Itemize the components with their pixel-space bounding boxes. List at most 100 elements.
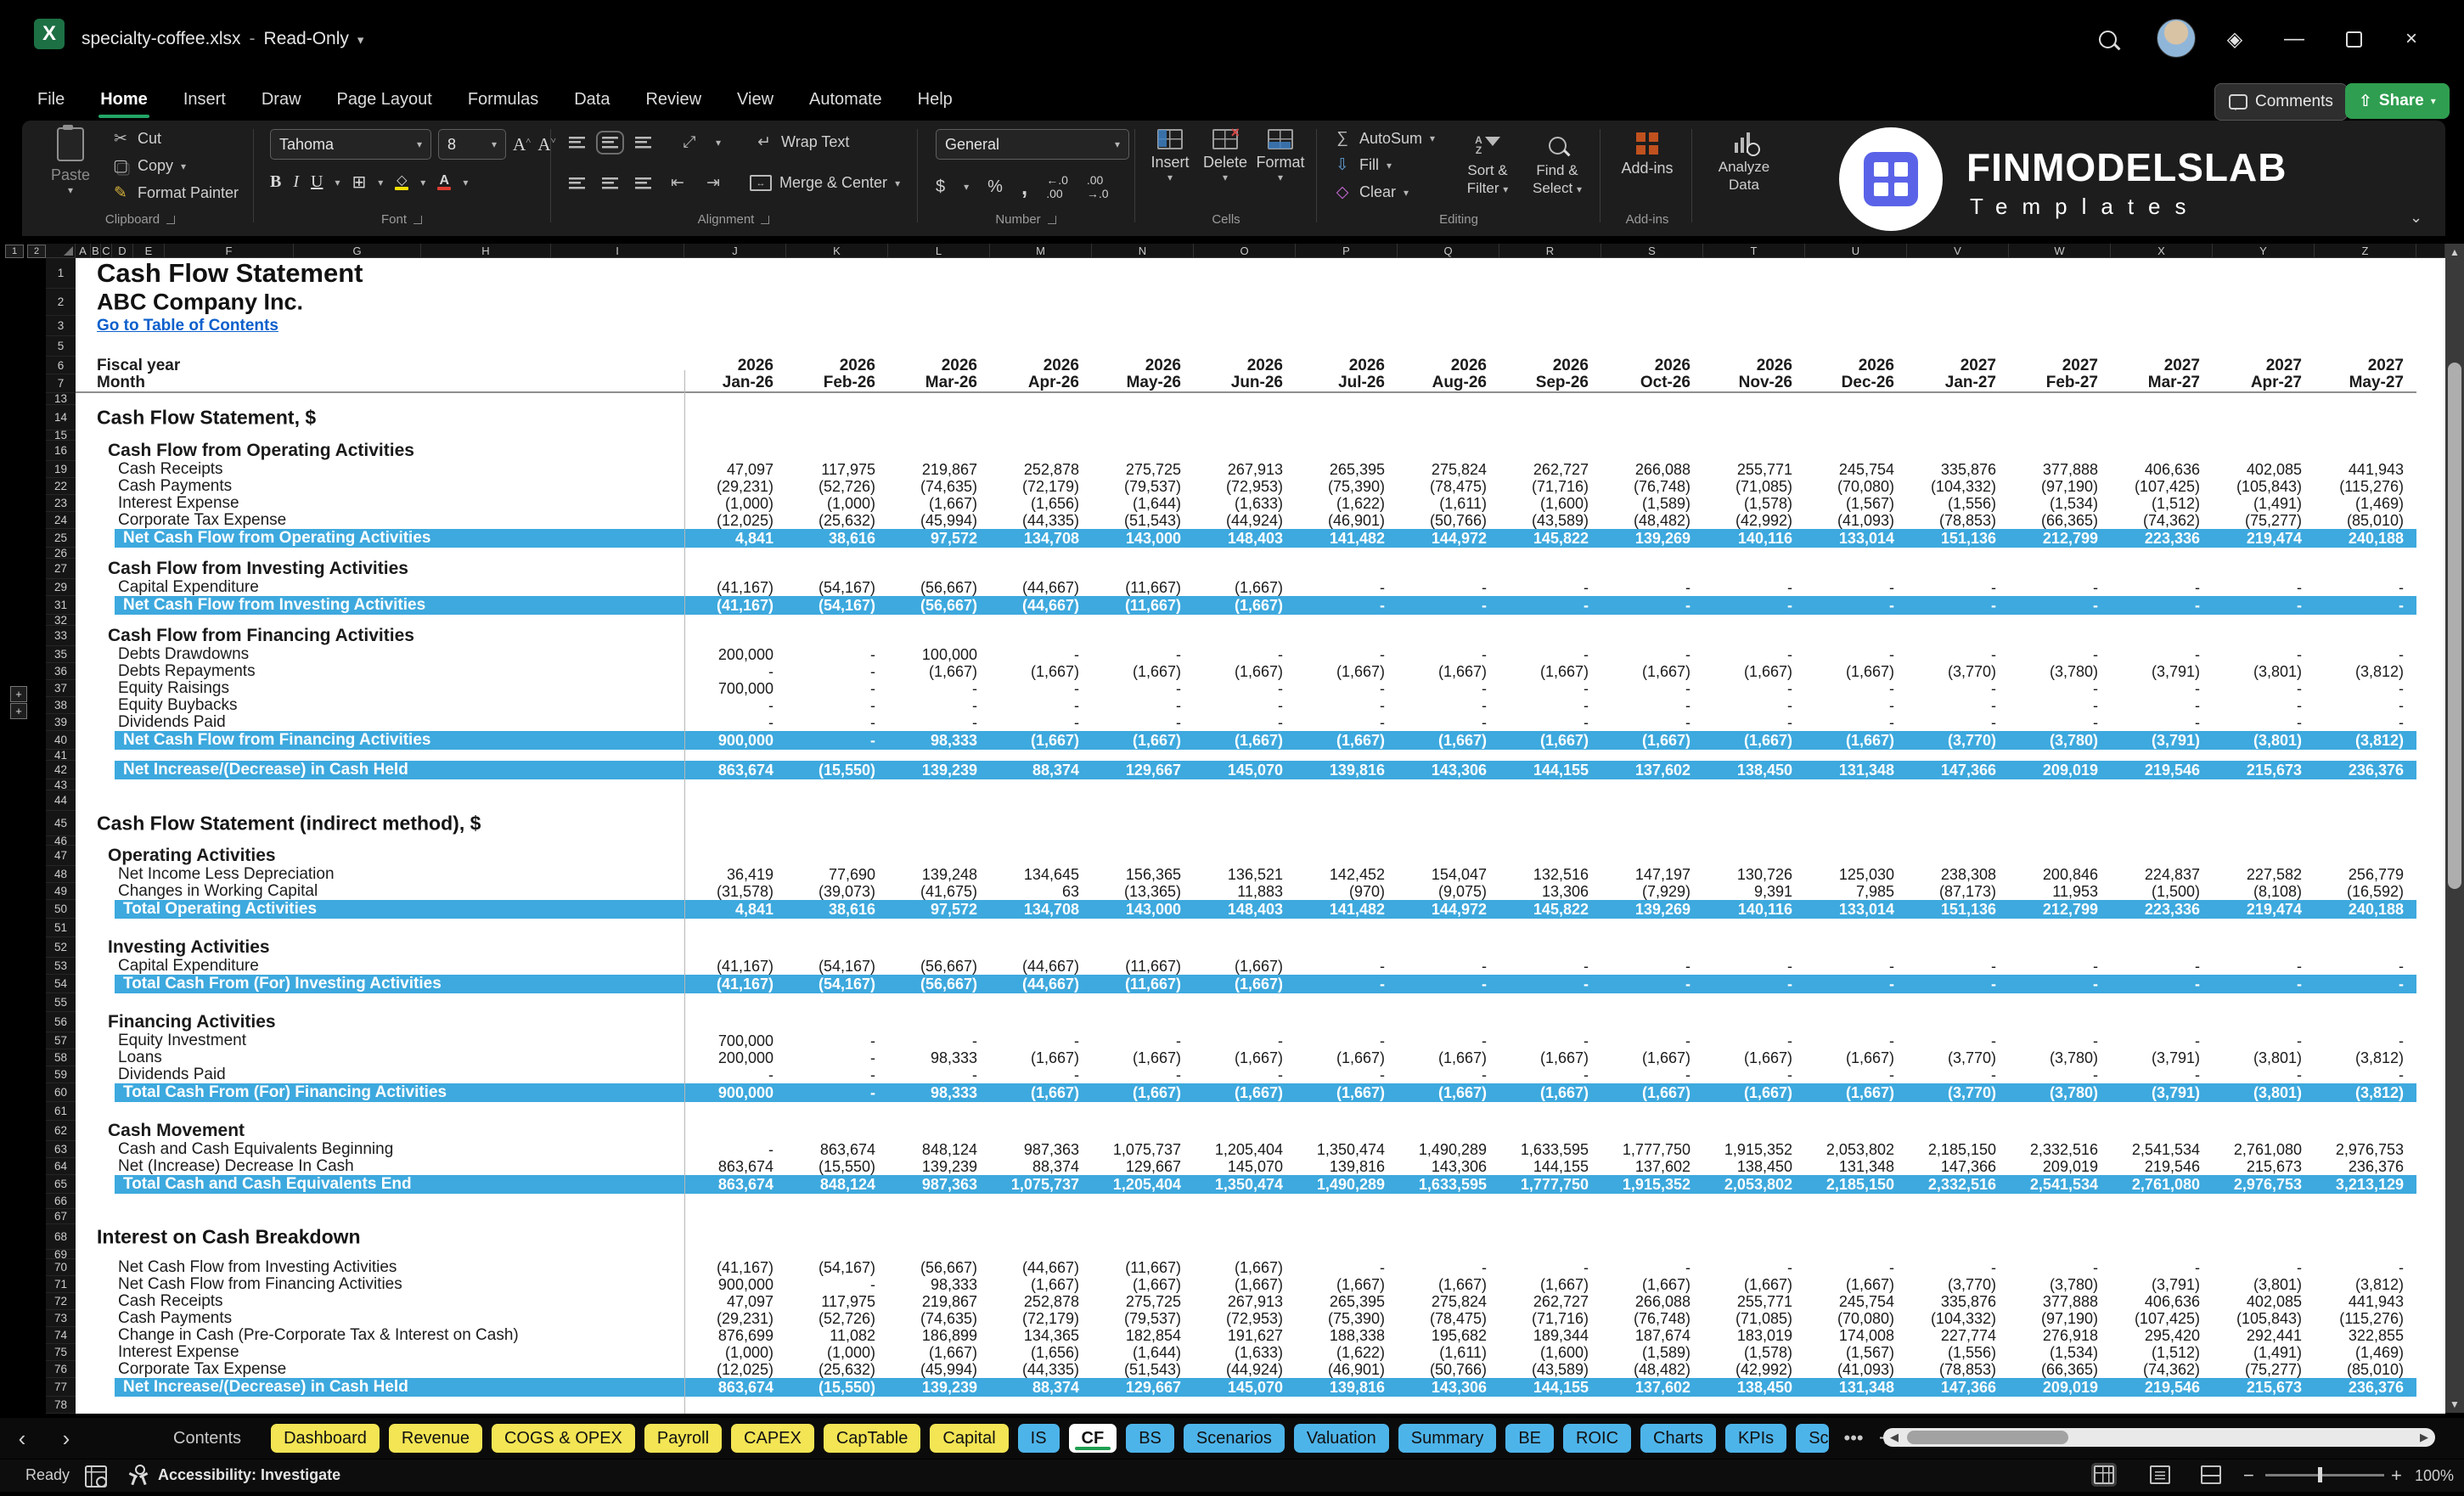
cell[interactable]: - (1805, 697, 1907, 714)
cell[interactable]: (72,179) (990, 1310, 1092, 1327)
cell[interactable]: (1,667) (1092, 731, 1194, 750)
row-label[interactable]: Net Increase/(Decrease) in Cash Held (123, 1378, 408, 1397)
cell[interactable]: 11,953 (2009, 883, 2111, 900)
menu-tab-automate[interactable]: Automate (794, 85, 897, 115)
cell[interactable]: 377,888 (2009, 461, 2111, 478)
cell[interactable]: (3,770) (1907, 1083, 2009, 1102)
outline-level-button[interactable]: 2 (27, 245, 46, 258)
cell[interactable]: - (2213, 1259, 2315, 1276)
row-header-19[interactable]: 19 (46, 461, 76, 478)
macro-record-icon[interactable] (85, 1465, 107, 1488)
cell[interactable]: - (1499, 975, 1601, 993)
scroll-down-icon[interactable]: ▼ (2445, 1398, 2464, 1410)
cell[interactable]: 143,306 (1398, 1378, 1499, 1397)
collapse-ribbon-icon[interactable]: ⌄ (2410, 209, 2422, 227)
row-header-54[interactable]: 54 (46, 975, 76, 993)
insert-cells-button[interactable]: Insert ▾ (1143, 129, 1197, 183)
cell[interactable]: 145,822 (1499, 529, 1601, 548)
cell[interactable]: - (1092, 1032, 1194, 1049)
orientation-button[interactable]: ⤢ (680, 133, 699, 152)
cell[interactable]: (1,600) (1499, 1344, 1601, 1361)
bold-button[interactable]: B (270, 172, 281, 192)
cell[interactable]: (56,667) (888, 1259, 990, 1276)
row-label[interactable]: Total Cash From (For) Investing Activiti… (123, 975, 442, 993)
row-header-41[interactable]: 41 (46, 750, 76, 761)
cell[interactable]: 134,708 (990, 900, 1092, 919)
cell[interactable]: 139,239 (888, 761, 990, 779)
cell[interactable]: 265,395 (1296, 461, 1398, 478)
cell[interactable]: (48,482) (1601, 1361, 1703, 1378)
cell[interactable]: (1,667) (1296, 731, 1398, 750)
cell[interactable]: (11,667) (1092, 596, 1194, 615)
horizontal-scrollbar[interactable]: ◀ ▶ (1883, 1428, 2435, 1447)
cell[interactable]: 131,348 (1805, 1158, 1907, 1175)
cell[interactable]: - (1601, 1066, 1703, 1083)
row-header-37[interactable]: 37 (46, 680, 76, 697)
row-header-62[interactable]: 62 (46, 1121, 76, 1141)
cell[interactable]: 145,822 (1499, 900, 1601, 919)
share-button[interactable]: ⇧ Share ▾ (2345, 83, 2450, 119)
column-header-Q[interactable]: Q (1398, 244, 1499, 258)
column-header-J[interactable]: J (684, 244, 786, 258)
cell[interactable]: (1,667) (1499, 1083, 1601, 1102)
row-header-60[interactable]: 60 (46, 1083, 76, 1102)
cell[interactable]: - (2111, 1259, 2213, 1276)
cell[interactable]: - (1499, 646, 1601, 663)
cell[interactable]: 147,366 (1907, 761, 2009, 779)
cell[interactable]: - (1398, 579, 1499, 596)
column-header-G[interactable]: G (294, 244, 421, 258)
cell[interactable]: (3,791) (2111, 731, 2213, 750)
row-label[interactable]: Cash Movement (108, 1121, 245, 1141)
cell[interactable]: (1,667) (1092, 1083, 1194, 1102)
cell[interactable]: (51,543) (1092, 1361, 1194, 1378)
cell[interactable]: - (1499, 697, 1601, 714)
cell[interactable]: - (2111, 579, 2213, 596)
cell[interactable]: - (1398, 975, 1499, 993)
cell[interactable]: - (1499, 596, 1601, 615)
cell[interactable]: (1,600) (1499, 495, 1601, 512)
horizontal-scroll-thumb[interactable] (1907, 1431, 2068, 1444)
cell[interactable]: 145,070 (1194, 1158, 1296, 1175)
next-sheet-button[interactable]: › (44, 1426, 88, 1452)
cell[interactable]: - (2009, 1259, 2111, 1276)
cell[interactable]: 144,972 (1398, 529, 1499, 548)
cell[interactable]: (87,173) (1907, 883, 2009, 900)
cell[interactable]: 1,777,750 (1499, 1175, 1601, 1194)
cell[interactable]: - (2009, 596, 2111, 615)
cell[interactable]: (41,167) (684, 579, 786, 596)
row-header-32[interactable]: 32 (46, 615, 76, 626)
cell[interactable]: 88,374 (990, 761, 1092, 779)
row-header-64[interactable]: 64 (46, 1158, 76, 1175)
cell[interactable]: (1,667) (1601, 663, 1703, 680)
cell[interactable]: (41,167) (684, 975, 786, 993)
cell[interactable]: - (786, 680, 888, 697)
cell[interactable]: (105,843) (2213, 1310, 2315, 1327)
cell[interactable]: (41,675) (888, 883, 990, 900)
cell[interactable]: (1,667) (1703, 1276, 1805, 1293)
cell[interactable]: 133,014 (1805, 900, 1907, 919)
sheet-tab-dashboard[interactable]: Dashboard (271, 1424, 380, 1453)
cell[interactable]: 139,816 (1296, 761, 1398, 779)
cell[interactable]: - (2213, 596, 2315, 615)
cell[interactable]: (41,167) (684, 1259, 786, 1276)
cell[interactable]: (12,025) (684, 512, 786, 529)
cell[interactable]: (1,491) (2213, 495, 2315, 512)
row-label[interactable]: Dividends Paid (118, 713, 226, 732)
vertical-scrollbar[interactable]: ▲ ▼ (2445, 244, 2464, 1413)
cell[interactable]: - (2009, 646, 2111, 663)
row-label[interactable]: Net Cash Flow from Investing Activities (118, 1258, 397, 1277)
row-label[interactable]: Equity Buybacks (118, 696, 237, 715)
borders-button[interactable]: ⊞ (352, 172, 367, 193)
row-header-74[interactable]: 74 (46, 1327, 76, 1344)
cell[interactable]: (1,667) (1703, 663, 1805, 680)
cell[interactable]: - (2213, 579, 2315, 596)
search-icon[interactable] (2090, 22, 2124, 56)
cell[interactable]: (85,010) (2315, 512, 2416, 529)
cell[interactable]: 148,403 (1194, 900, 1296, 919)
menu-tab-formulas[interactable]: Formulas (453, 85, 554, 115)
cell[interactable]: (1,667) (1805, 1276, 1907, 1293)
cell[interactable]: - (888, 697, 990, 714)
row-header-66[interactable]: 66 (46, 1194, 76, 1209)
cell[interactable]: Feb-26 (786, 374, 888, 391)
row-label[interactable]: Fiscal year (97, 357, 180, 375)
